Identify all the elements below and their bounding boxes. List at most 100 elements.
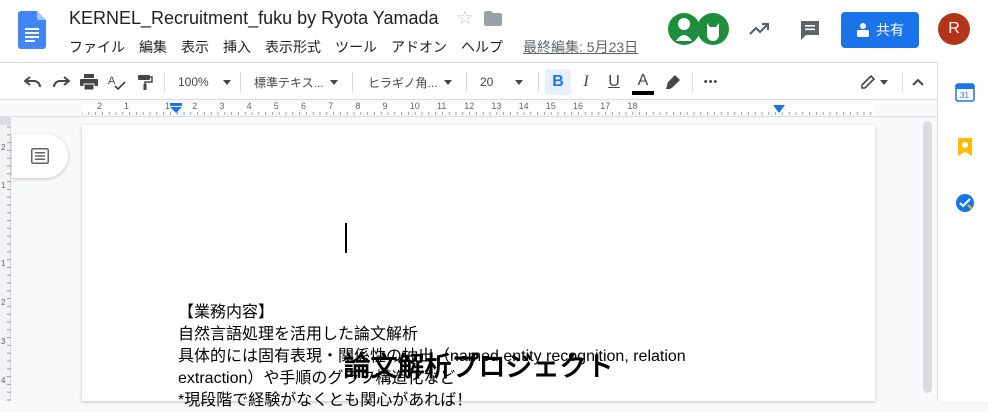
collaborator-avatar[interactable] — [697, 13, 729, 45]
svg-text:4: 4 — [1, 376, 6, 385]
star-icon[interactable]: ☆ — [457, 9, 474, 28]
menu-view[interactable]: 表示 — [181, 37, 209, 57]
ruler-label: 11 — [437, 101, 447, 111]
redo-icon — [53, 76, 70, 88]
text-cursor — [345, 223, 347, 253]
chevron-down-icon — [515, 79, 524, 85]
ruler-label: 7 — [328, 101, 334, 111]
svg-text:1: 1 — [1, 181, 6, 190]
menu-edit[interactable]: 編集 — [139, 37, 167, 57]
menu-tools[interactable]: ツール — [335, 37, 377, 57]
color-swatch — [632, 91, 654, 95]
last-edit-link[interactable]: 最終編集: 5月23日 — [523, 37, 638, 57]
paragraph-style-select[interactable]: 標準テキス... — [254, 63, 346, 101]
svg-text:3: 3 — [1, 337, 6, 346]
share-button[interactable]: 共有 — [841, 12, 919, 48]
document-body[interactable]: 【業務内容】 自然言語処理を活用した論文解析 具体的には固有表現・関係性の抽出（… — [178, 302, 738, 412]
collaborator-avatar[interactable] — [668, 13, 700, 45]
chevron-down-icon — [222, 79, 231, 85]
body-line: *現段階で経験がなくとも関心があれば！ — [178, 392, 473, 409]
chevron-down-icon — [329, 79, 338, 85]
more-options-button[interactable]: ••• — [698, 63, 724, 101]
menu-addons[interactable]: アドオン — [391, 37, 447, 57]
ruler-label: 14 — [518, 101, 529, 111]
ruler-label: 5 — [273, 101, 279, 111]
toolbar-divider — [538, 72, 539, 92]
svg-text:A: A — [108, 75, 116, 87]
ruler-label: 17 — [600, 101, 611, 111]
bold-button[interactable]: B — [545, 69, 571, 95]
toolbar-divider — [164, 72, 165, 92]
body-line: 【業務内容】 — [178, 304, 275, 321]
document-title[interactable]: KERNEL_Recruitment_fuku by Ryota Yamada — [69, 8, 439, 29]
ruler-label: 2 — [97, 101, 103, 111]
left-indent-marker-icon[interactable] — [169, 103, 183, 113]
highlighter-icon — [666, 75, 680, 89]
svg-text:2: 2 — [1, 143, 6, 152]
svg-text:2: 2 — [1, 298, 6, 307]
body-line: extraction）や手順のグラフ構造化など — [178, 370, 456, 387]
scrollbar-thumb[interactable] — [923, 121, 932, 393]
toolbar-divider — [466, 72, 467, 92]
chevron-down-icon — [880, 79, 888, 85]
paint-format-icon — [138, 75, 153, 90]
body-line: 自然言語処理を活用した論文解析 — [178, 326, 419, 343]
horizontal-ruler[interactable]: 2 1 1 2 3 4 5 6 7 8 9 10 11 12 13 14 15 16 17 18 — [0, 100, 937, 117]
pencil-icon — [861, 74, 876, 89]
menu-file[interactable]: ファイル — [69, 37, 125, 57]
vertical-scrollbar[interactable] — [920, 117, 936, 401]
tasks-icon[interactable] — [955, 193, 975, 213]
print-button[interactable] — [76, 63, 102, 101]
paint-format-button[interactable] — [132, 63, 158, 101]
svg-text:31: 31 — [960, 91, 969, 100]
zoom-select[interactable]: 100% — [178, 63, 234, 101]
style-value: 標準テキス... — [254, 75, 324, 90]
ruler-label: 18 — [627, 101, 638, 111]
document-page[interactable]: 論文解析プロジェクト 【業務内容】 自然言語処理を活用した論文解析 具体的には固… — [82, 125, 875, 409]
highlight-button[interactable] — [660, 63, 686, 101]
font-value: ヒラギノ角... — [368, 75, 438, 90]
comment-icon[interactable] — [799, 19, 821, 41]
right-indent-marker-icon[interactable] — [772, 105, 786, 113]
redo-button[interactable] — [48, 63, 74, 101]
user-avatar[interactable]: R — [938, 13, 970, 45]
menu-insert[interactable]: 挿入 — [223, 37, 251, 57]
toolbar-divider — [352, 72, 353, 92]
menu-bar: ファイル 編集 表示 挿入 表示形式 ツール アドオン ヘルプ 最終編集: 5月… — [69, 37, 638, 57]
ruler-label: 6 — [301, 101, 307, 111]
animal-icon — [707, 23, 719, 41]
print-icon — [80, 74, 98, 90]
svg-text:1: 1 — [1, 259, 6, 268]
font-size-value: 20 — [480, 75, 494, 89]
text-color-button[interactable]: A — [630, 63, 656, 101]
italic-button[interactable]: I — [574, 63, 598, 101]
vertical-ruler[interactable]: 2 1 1 2 3 4 — [0, 117, 11, 401]
ruler-label: 15 — [545, 101, 556, 111]
font-size-select[interactable]: 20 — [480, 63, 532, 101]
share-label: 共有 — [876, 22, 904, 38]
ruler-label: 12 — [464, 101, 475, 111]
spellcheck-button[interactable]: A — [104, 63, 130, 101]
calendar-icon[interactable]: 31 — [955, 82, 975, 102]
keep-icon[interactable] — [955, 137, 975, 157]
folder-icon[interactable] — [483, 11, 502, 26]
toolbar-divider — [692, 72, 693, 92]
chevron-up-icon — [912, 78, 924, 86]
ruler-ticks — [82, 112, 872, 115]
docs-logo-icon[interactable] — [18, 11, 46, 49]
chevron-down-icon — [443, 79, 452, 85]
menu-help[interactable]: ヘルプ — [461, 37, 503, 57]
body-line: 具体的には固有表現・関係性の抽出（named entity recognitio… — [178, 348, 686, 365]
app-header: KERNEL_Recruitment_fuku by Ryota Yamada … — [0, 0, 988, 62]
editing-mode-button[interactable] — [854, 63, 894, 101]
menu-format[interactable]: 表示形式 — [265, 37, 321, 57]
document-outline-button[interactable] — [12, 134, 68, 178]
font-select[interactable]: ヒラギノ角... — [368, 63, 458, 101]
underline-button[interactable]: U — [602, 63, 626, 101]
ruler-label: 13 — [491, 101, 502, 111]
collapse-toolbar-button[interactable] — [906, 63, 930, 101]
activity-trend-icon[interactable] — [748, 18, 770, 40]
toolbar-divider — [902, 72, 903, 92]
undo-button[interactable] — [20, 63, 46, 101]
ruler-label: 9 — [382, 101, 388, 111]
